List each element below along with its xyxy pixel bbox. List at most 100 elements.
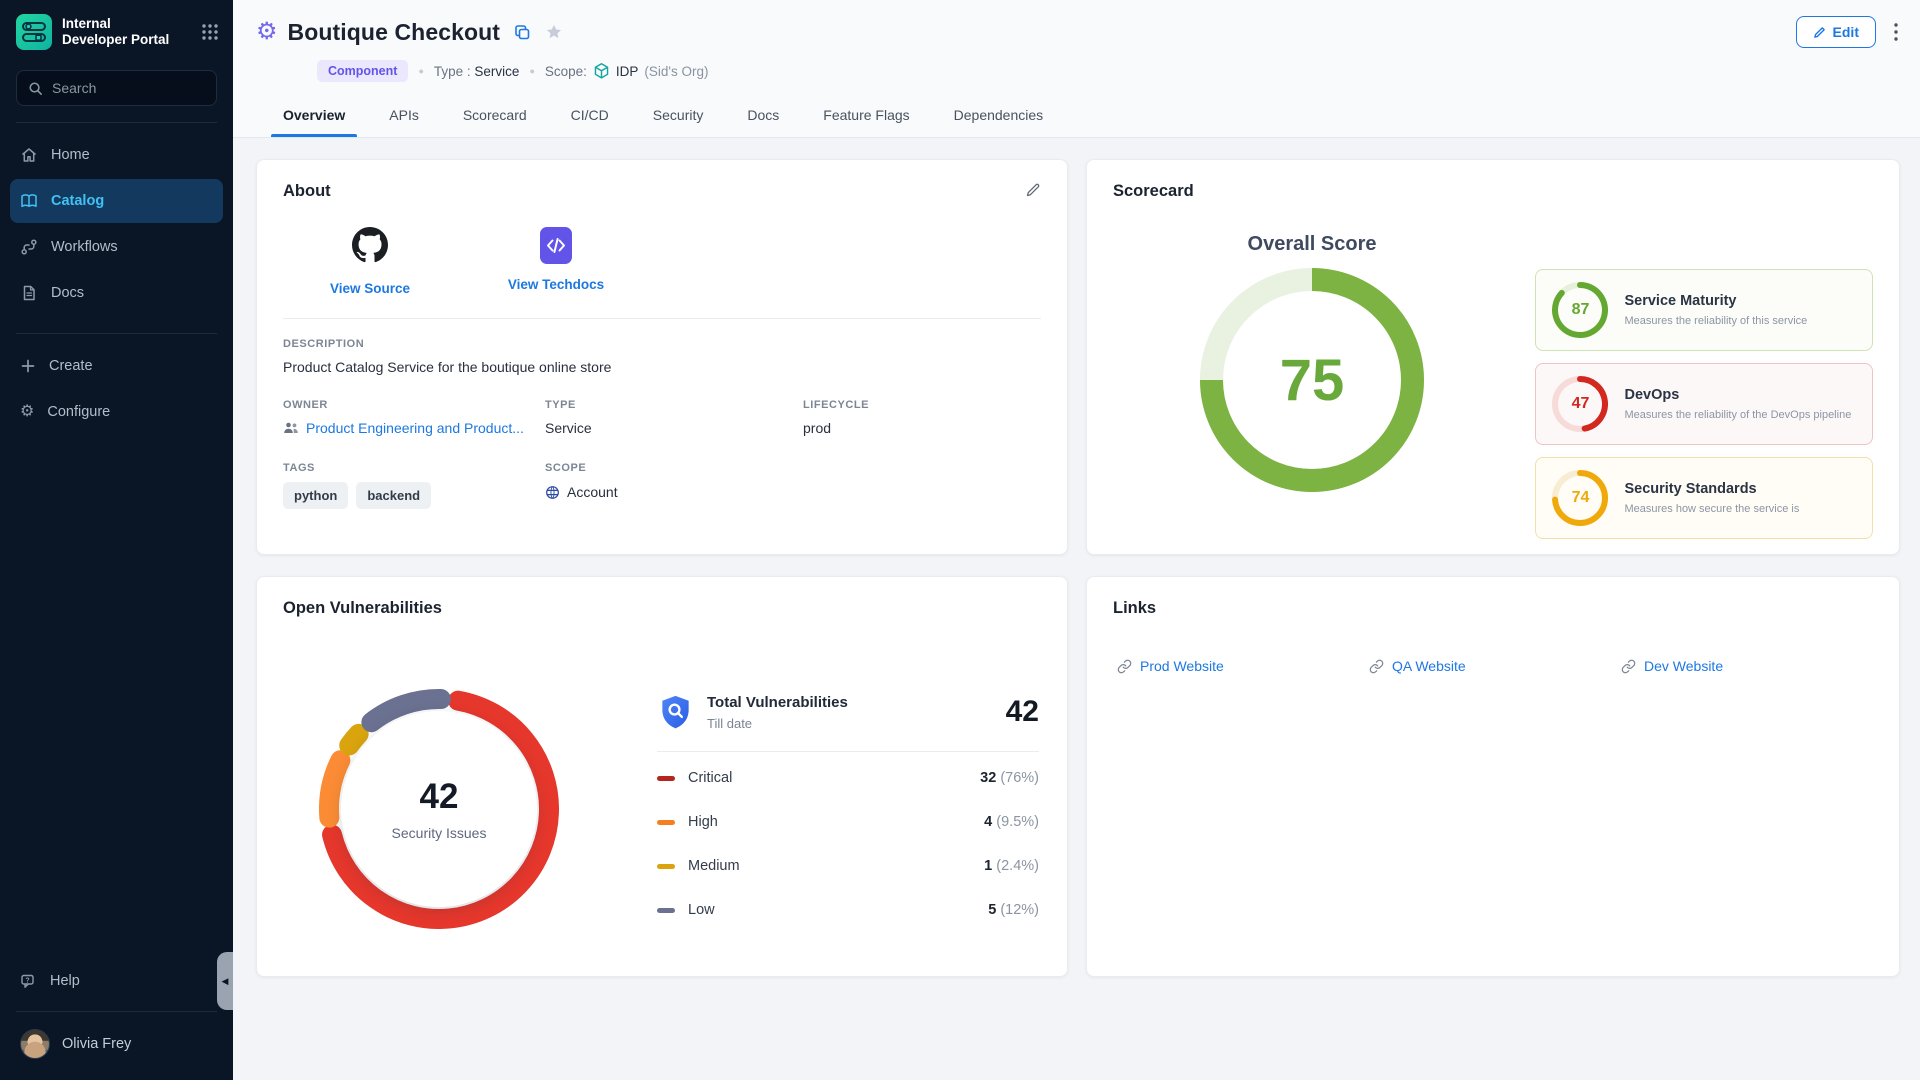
sidebar-item-configure[interactable]: ⚙ Configure bbox=[10, 390, 223, 434]
sidebar-actions: Create ⚙ Configure bbox=[0, 334, 233, 436]
total-vulns-label: Total Vulnerabilities bbox=[707, 694, 848, 711]
scorecard-item-name: Service Maturity bbox=[1624, 293, 1807, 309]
more-options-icon[interactable] bbox=[1894, 23, 1898, 41]
tab-dependencies[interactable]: Dependencies bbox=[954, 92, 1044, 137]
dot-separator: ● bbox=[418, 66, 423, 76]
sidebar-collapse-handle[interactable]: ◀ bbox=[217, 952, 233, 1010]
tags-field: TAGS python backend bbox=[283, 462, 545, 509]
type-value: Service bbox=[474, 64, 519, 79]
vulnerabilities-donut: 42 Security Issues bbox=[319, 689, 559, 929]
total-vulns-sub: Till date bbox=[707, 716, 848, 731]
severity-row-critical: Critical 32 (76%) bbox=[657, 756, 1039, 800]
vulnerabilities-title: Open Vulnerabilities bbox=[283, 599, 1041, 618]
view-techdocs-block: View Techdocs bbox=[511, 227, 601, 296]
vulnerabilities-summary: Total Vulnerabilities Till date 42 Criti… bbox=[657, 693, 1039, 932]
favorite-star-icon[interactable] bbox=[545, 23, 563, 41]
user-avatar bbox=[20, 1029, 50, 1059]
scorecard-item-name: Security Standards bbox=[1624, 481, 1799, 497]
copy-icon[interactable] bbox=[514, 24, 531, 41]
workflows-icon bbox=[20, 238, 38, 256]
vulnerabilities-card: Open Vulnerabilities 42 Security Issues bbox=[256, 576, 1068, 977]
view-techdocs-link[interactable]: View Techdocs bbox=[508, 277, 604, 292]
sidebar-item-help[interactable]: ? Help bbox=[10, 959, 223, 1003]
apps-grid-icon[interactable] bbox=[201, 23, 219, 41]
search-input[interactable] bbox=[52, 80, 205, 96]
github-icon bbox=[352, 227, 388, 268]
tab-apis[interactable]: APIs bbox=[389, 92, 419, 137]
scorecard-item-desc: Measures the reliability of this service bbox=[1624, 315, 1807, 327]
shield-scan-icon bbox=[657, 693, 694, 731]
owner-link[interactable]: Product Engineering and Product... bbox=[306, 420, 524, 436]
techdocs-icon bbox=[540, 227, 572, 264]
overall-score-value: 75 bbox=[1200, 268, 1424, 492]
tab-docs[interactable]: Docs bbox=[747, 92, 779, 137]
sidebar-item-docs[interactable]: Docs bbox=[10, 271, 223, 315]
severity-row-high: High 4 (9.5%) bbox=[657, 800, 1039, 844]
tag-chip[interactable]: backend bbox=[356, 482, 431, 509]
description-value: Product Catalog Service for the boutique… bbox=[283, 359, 1041, 375]
kind-badge: Component bbox=[317, 60, 408, 82]
home-icon bbox=[20, 146, 38, 164]
scorecard-list: 87 Service Maturity Measures the reliabi… bbox=[1535, 269, 1873, 539]
tab-security[interactable]: Security bbox=[653, 92, 704, 137]
links-card: Links Prod Website QA Website Dev Websit… bbox=[1086, 576, 1900, 977]
sidebar-item-label: Workflows bbox=[51, 239, 118, 255]
scorecard-card: Scorecard Overall Score 75 87 Service Ma… bbox=[1086, 159, 1900, 555]
sidebar-item-home[interactable]: Home bbox=[10, 133, 223, 177]
sidebar-item-workflows[interactable]: Workflows bbox=[10, 225, 223, 269]
scope-value: Account bbox=[567, 484, 618, 500]
help-chat-icon: ? bbox=[20, 973, 37, 990]
account-scope-icon bbox=[545, 485, 560, 500]
scope-field: SCOPE Account bbox=[545, 462, 803, 509]
severity-row-low: Low 5 (12%) bbox=[657, 888, 1039, 932]
gear-icon: ⚙ bbox=[20, 404, 34, 420]
main-area: ⚙ Boutique Checkout Edit bbox=[233, 0, 1920, 1080]
tab-feature-flags[interactable]: Feature Flags bbox=[823, 92, 909, 137]
search-icon bbox=[28, 81, 43, 96]
severity-dash bbox=[657, 776, 675, 781]
lifecycle-value: prod bbox=[803, 420, 1041, 436]
link-dev-website[interactable]: Dev Website bbox=[1621, 658, 1873, 674]
about-edit-icon[interactable] bbox=[1025, 182, 1041, 198]
type-field: TYPE Service bbox=[545, 399, 803, 436]
tag-chip[interactable]: python bbox=[283, 482, 348, 509]
content-grid: About View Source bbox=[233, 138, 1920, 1080]
catalog-icon bbox=[20, 192, 38, 210]
link-chain-icon bbox=[1621, 659, 1636, 674]
sidebar-item-create[interactable]: Create bbox=[10, 344, 223, 388]
sidebar-item-catalog[interactable]: Catalog bbox=[10, 179, 223, 223]
type-value: Service bbox=[545, 420, 803, 436]
sidebar-item-label: Home bbox=[51, 147, 90, 163]
severity-row-medium: Medium 1 (2.4%) bbox=[657, 844, 1039, 888]
donut-total: 42 bbox=[420, 777, 459, 817]
link-chain-icon bbox=[1117, 659, 1132, 674]
link-qa-website[interactable]: QA Website bbox=[1369, 658, 1621, 674]
view-source-block: View Source bbox=[325, 227, 415, 296]
tab-overview[interactable]: Overview bbox=[283, 92, 345, 137]
edit-button[interactable]: Edit bbox=[1796, 16, 1876, 48]
search-box[interactable] bbox=[16, 70, 217, 106]
link-prod-website[interactable]: Prod Website bbox=[1117, 658, 1369, 674]
docs-icon bbox=[20, 284, 38, 302]
scorecard-item-security-standards[interactable]: 74 Security Standards Measures how secur… bbox=[1535, 457, 1873, 539]
app-window: Internal Developer Portal Home Catalog bbox=[0, 0, 1920, 1080]
scorecard-item-service-maturity[interactable]: 87 Service Maturity Measures the reliabi… bbox=[1535, 269, 1873, 351]
scope-org: (Sid's Org) bbox=[644, 64, 708, 79]
score-ring: 47 bbox=[1552, 376, 1608, 432]
severity-list: Critical 32 (76%) High 4 (9.5%) Medium 1… bbox=[657, 756, 1039, 932]
component-gear-icon: ⚙ bbox=[256, 20, 278, 44]
scorecard-item-devops[interactable]: 47 DevOps Measures the reliability of th… bbox=[1535, 363, 1873, 445]
donut-caption: Security Issues bbox=[392, 825, 487, 841]
view-source-link[interactable]: View Source bbox=[330, 281, 410, 296]
app-logo-icon bbox=[16, 14, 52, 50]
brand: Internal Developer Portal bbox=[0, 0, 233, 50]
sidebar-nav: Home Catalog Workflows Docs bbox=[0, 123, 233, 317]
user-menu[interactable]: Olivia Frey bbox=[10, 1020, 223, 1068]
group-icon bbox=[283, 421, 299, 435]
about-title: About bbox=[283, 182, 331, 201]
tab-cicd[interactable]: CI/CD bbox=[571, 92, 609, 137]
page-title: Boutique Checkout bbox=[288, 19, 501, 46]
plus-icon bbox=[20, 358, 36, 374]
divider bbox=[657, 751, 1039, 752]
tab-scorecard[interactable]: Scorecard bbox=[463, 92, 527, 137]
